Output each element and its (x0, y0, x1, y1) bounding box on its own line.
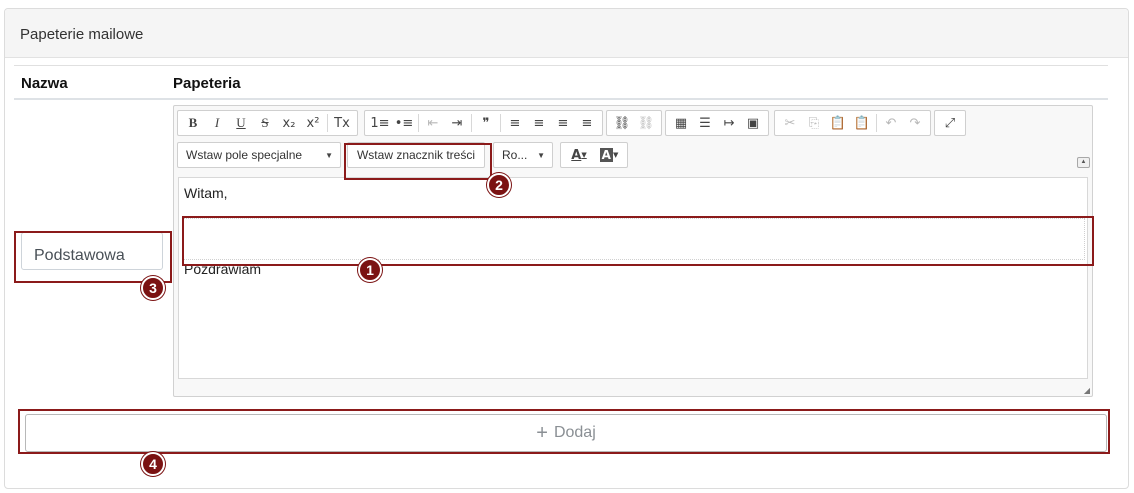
content-closing: Pozdrawiam (184, 261, 262, 277)
copy-icon[interactable]: ⎘ (802, 112, 826, 134)
toolbar-group-5: ✂ ⎘ 📋 📋 ↶ ↷ (774, 110, 931, 136)
unlink-icon[interactable]: ⛓ (634, 112, 658, 134)
chevron-down-icon: ▼ (537, 151, 545, 160)
toolbar-group-3: ⛓ ⛓ (606, 110, 662, 136)
bold-icon[interactable]: B (181, 112, 205, 134)
resize-grip-icon[interactable]: ◢ (1084, 386, 1090, 395)
underline-icon[interactable]: U (229, 112, 253, 134)
background-color-icon[interactable]: A ▼ (595, 144, 623, 166)
card-title: Papeterie mailowe (5, 9, 1128, 58)
collapse-toolbar-icon[interactable]: ▲ (1077, 157, 1090, 168)
column-header-name: Nazwa (21, 75, 68, 92)
annotation-badge-2: 2 (487, 173, 511, 197)
annotation-badge-4: 4 (141, 452, 165, 476)
toolbar-separator (500, 114, 501, 132)
decrease-indent-icon[interactable]: ⇤ (421, 112, 445, 134)
toolbar-group-6: ⤢ (934, 110, 966, 136)
increase-indent-icon[interactable]: ⇥ (445, 112, 469, 134)
text-color-icon[interactable]: A ▼ (565, 144, 593, 166)
chevron-down-icon: ▼ (325, 151, 333, 160)
paste-icon[interactable]: 📋 (826, 112, 850, 134)
align-center-icon[interactable]: ≡ (527, 112, 551, 134)
toolbar-separator (327, 114, 328, 132)
stationery-name-input[interactable] (21, 232, 163, 270)
rich-text-editor: B I U Sx₂ x² Tx 1≡ •≡ ⇤ ⇥ ❞ ≡ ≡ ≡ ≡ ⛓ ⛓ ▦ ☰ ↦ ▣ ✂ ⎘ 📋 📋 ↶ ↷ ⤢ Wstaw… (173, 105, 1093, 397)
italic-icon[interactable]: I (205, 112, 229, 134)
insert-special-field-dropdown[interactable]: Wstaw pole specjalne ▼ (177, 142, 341, 168)
insert-special-field-label: Wstaw pole specjalne (186, 148, 303, 162)
color-group: A ▼ A ▼ (560, 142, 628, 168)
horizontal-line-icon[interactable]: ☰ (693, 112, 717, 134)
numbered-list-icon[interactable]: 1≡ (368, 112, 392, 134)
add-stationery-button[interactable]: + Dodaj (25, 414, 1107, 452)
subscript-icon[interactable]: x₂ (277, 112, 301, 134)
editor-content-area[interactable]: Witam, Pozdrawiam (178, 177, 1088, 379)
redo-icon[interactable]: ↷ (903, 112, 927, 134)
toolbar-group-2: 1≡ •≡ ⇤ ⇥ ❞ ≡ ≡ ≡ ≡ (364, 110, 603, 136)
page-break-icon[interactable]: ↦ (717, 112, 741, 134)
toolbar-separator (876, 114, 877, 132)
undo-icon[interactable]: ↶ (879, 112, 903, 134)
align-justify-icon[interactable]: ≡ (575, 112, 599, 134)
content-greeting: Witam, (184, 185, 228, 201)
column-header-stationery: Papeteria (173, 75, 241, 92)
font-size-label: Ro... (502, 148, 528, 162)
link-icon[interactable]: ⛓ (610, 112, 634, 134)
superscript-icon[interactable]: x² (301, 112, 325, 134)
align-left-icon[interactable]: ≡ (503, 112, 527, 134)
table-top-divider (14, 65, 1108, 66)
content-marker-placeholder[interactable] (183, 218, 1085, 260)
insert-content-marker-label: Wstaw znacznik treści (356, 148, 476, 162)
table-header-divider (14, 98, 1108, 100)
insert-content-marker-button[interactable]: Wstaw znacznik treści (347, 142, 485, 168)
remove-format-icon[interactable]: Tx (330, 112, 354, 134)
font-size-dropdown[interactable]: Ro... ▼ (493, 142, 553, 168)
blockquote-icon[interactable]: ❞ (474, 112, 498, 134)
maximize-icon[interactable]: ⤢ (938, 112, 962, 134)
annotation-badge-3: 3 (141, 276, 165, 300)
toolbar-group-4: ▦ ☰ ↦ ▣ (665, 110, 769, 136)
add-button-label: Dodaj (553, 424, 596, 441)
toolbar-separator (471, 114, 472, 132)
annotation-badge-1: 1 (358, 258, 382, 282)
plus-icon: + (536, 421, 548, 444)
toolbar-group-1: B I U Sx₂ x² Tx (177, 110, 358, 136)
image-icon[interactable]: ▣ (741, 112, 765, 134)
bulleted-list-icon[interactable]: •≡ (392, 112, 416, 134)
table-icon[interactable]: ▦ (669, 112, 693, 134)
cut-icon[interactable]: ✂ (778, 112, 802, 134)
toolbar-separator (418, 114, 419, 132)
paste-text-icon[interactable]: 📋 (850, 112, 874, 134)
strikethrough-icon[interactable]: S (253, 112, 277, 134)
align-right-icon[interactable]: ≡ (551, 112, 575, 134)
